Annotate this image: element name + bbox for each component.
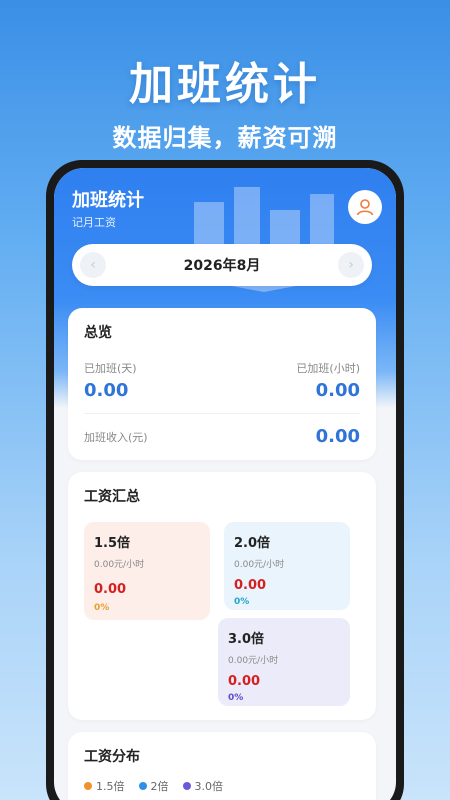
legend-label: 3.0倍 [194,780,224,793]
tile-percent: 0% [234,597,250,607]
salary-distribution-card: 工资分布 1.5倍 2倍 3.0倍 [68,732,376,800]
chevron-left-icon: ‹ [90,257,96,273]
overview-title: 总览 [84,325,112,341]
overtime-days-value: 0.00 [84,380,129,401]
avatar[interactable] [348,190,382,224]
legend-item-3x: 3.0倍 [182,778,224,794]
summary-title: 工资汇总 [84,489,140,505]
overtime-income: 加班收入(元) 0.00 [84,426,360,447]
next-month-button[interactable]: › [338,252,364,278]
legend-label: 1.5倍 [96,780,125,793]
tile-amount: 0.00 [228,674,261,689]
legend-item-2x: 2倍 [138,778,169,794]
current-month: 2026年8月 [183,258,261,274]
divider [84,413,360,414]
tile-amount: 0.00 [94,582,127,597]
chevron-right-icon: › [348,257,354,273]
overtime-hours-value: 0.00 [315,380,360,401]
tile-name: 2.0倍 [234,536,271,551]
distribution-title: 工资分布 [84,749,140,765]
app-subtitle[interactable]: 记月工资 [72,214,116,230]
overtime-hours-label: 已加班(小时) [296,362,360,375]
rate-tile-1-5x[interactable]: 1.5倍 0.00元/小时 0.00 0% [84,522,210,620]
app-screen: 加班统计 记月工资 ‹ 2026年8月 › 总览 已加班(天) 0.00 已加班… [54,168,396,800]
tile-name: 1.5倍 [94,536,131,551]
salary-summary-card: 工资汇总 1.5倍 0.00元/小时 0.00 0% 2.0倍 0.00元/小时… [68,472,376,720]
tile-name: 3.0倍 [228,632,265,647]
phone-frame: 加班统计 记月工资 ‹ 2026年8月 › 总览 已加班(天) 0.00 已加班… [46,160,404,800]
app-title: 加班统计 [72,190,144,211]
prev-month-button[interactable]: ‹ [80,252,106,278]
legend-dot-icon [182,782,191,790]
month-selector: ‹ 2026年8月 › [72,244,372,286]
overview-card: 总览 已加班(天) 0.00 已加班(小时) 0.00 加班收入(元) 0.00 [68,308,376,460]
legend-dot-icon [138,782,147,790]
overtime-days: 已加班(天) 0.00 [84,360,137,401]
rate-tile-2x[interactable]: 2.0倍 0.00元/小时 0.00 0% [224,522,350,610]
overtime-income-value: 0.00 [315,426,360,447]
overtime-hours: 已加班(小时) 0.00 [296,360,360,401]
promo-headline: 加班统计 [129,59,321,110]
promo-subline: 数据归集，薪资可溯 [112,124,338,152]
tile-percent: 0% [228,693,244,703]
tile-rate: 0.00元/小时 [228,656,279,666]
legend-item-1-5x: 1.5倍 [84,778,125,794]
tile-rate: 0.00元/小时 [234,560,285,570]
rate-tile-3x[interactable]: 3.0倍 0.00元/小时 0.00 0% [218,618,350,706]
overtime-income-label: 加班收入(元) [84,430,148,444]
user-icon [356,199,374,216]
legend-label: 2倍 [150,780,169,793]
tile-rate: 0.00元/小时 [94,560,145,570]
legend-dot-icon [84,782,92,790]
overtime-days-label: 已加班(天) [84,362,137,375]
tile-amount: 0.00 [234,578,267,593]
distribution-legend: 1.5倍 2倍 3.0倍 [84,778,360,794]
tile-percent: 0% [94,603,110,613]
